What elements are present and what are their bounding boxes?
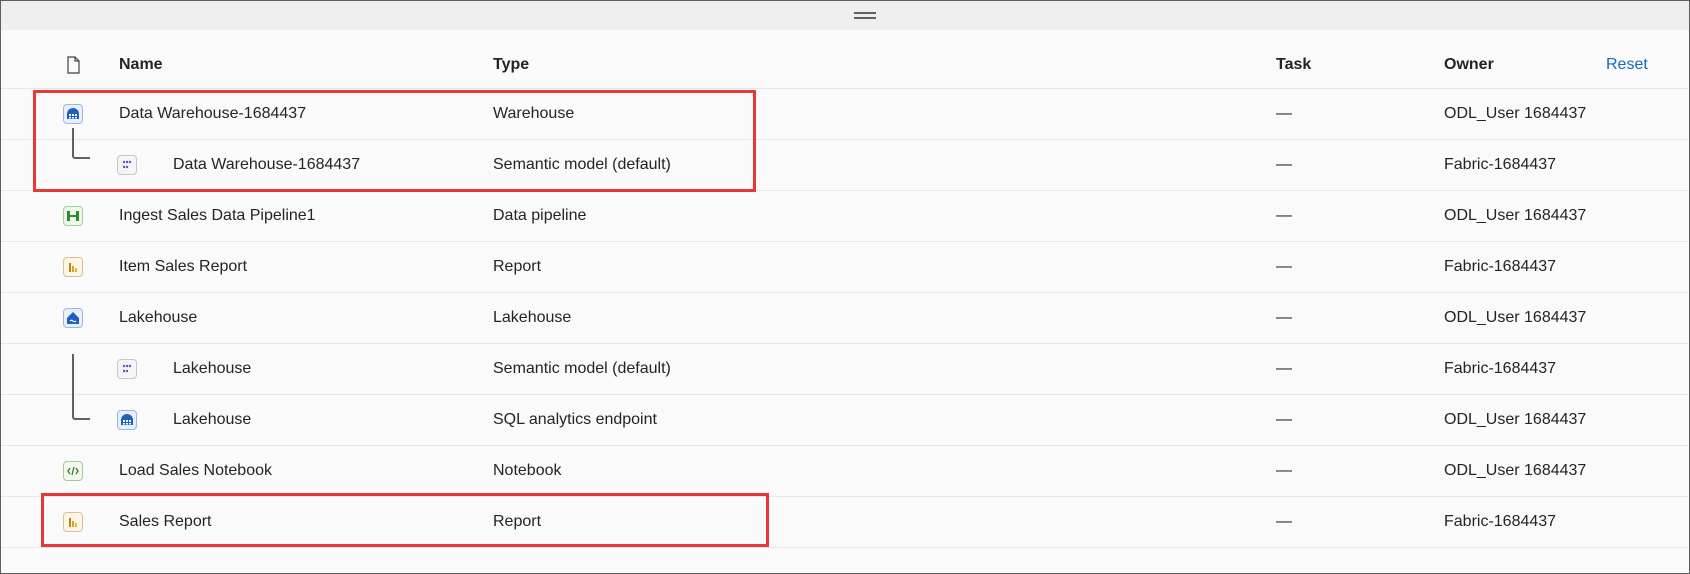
column-header-type[interactable]: Type	[493, 56, 529, 74]
item-name[interactable]: Lakehouse	[173, 360, 251, 378]
item-owner: ODL_User 1684437	[1444, 105, 1587, 122]
item-owner: Fabric-1684437	[1444, 513, 1557, 530]
item-type: Semantic model (default)	[493, 156, 671, 173]
table-row[interactable]: Load Sales Notebook Notebook — ODL_User …	[1, 446, 1689, 497]
table-row[interactable]: Lakehouse Lakehouse — ODL_User 1684437	[1, 293, 1689, 344]
item-name[interactable]: Data Warehouse-1684437	[119, 105, 306, 123]
item-type: Data pipeline	[493, 207, 587, 224]
item-task: —	[1276, 105, 1292, 122]
item-task: —	[1276, 513, 1292, 530]
table-header: Name Type Task Owner Reset	[1, 41, 1689, 89]
report-icon	[63, 257, 83, 277]
item-task: —	[1276, 360, 1292, 377]
table-row[interactable]: Sales Report Report — Fabric-1684437	[1, 497, 1689, 548]
item-type: Report	[493, 258, 542, 275]
item-name[interactable]: Lakehouse	[173, 411, 251, 429]
table-row[interactable]: Ingest Sales Data Pipeline1 Data pipelin…	[1, 191, 1689, 242]
item-task: —	[1276, 309, 1292, 326]
item-task: —	[1276, 156, 1292, 173]
item-name[interactable]: Lakehouse	[119, 309, 197, 327]
item-owner: Fabric-1684437	[1444, 258, 1557, 275]
column-header-owner[interactable]: Owner	[1444, 56, 1494, 74]
item-task: —	[1276, 207, 1292, 224]
item-name[interactable]: Sales Report	[119, 513, 212, 531]
item-name[interactable]: Load Sales Notebook	[119, 462, 272, 480]
lakehouse-icon	[63, 308, 83, 328]
reset-button[interactable]: Reset	[1606, 56, 1648, 74]
semantic-model-icon	[117, 359, 137, 379]
table-row[interactable]: Item Sales Report Report — Fabric-168443…	[1, 242, 1689, 293]
item-owner: Fabric-1684437	[1444, 156, 1557, 173]
file-type-column-icon[interactable]	[63, 55, 83, 75]
item-owner: Fabric-1684437	[1444, 360, 1557, 377]
item-type: Warehouse	[493, 105, 575, 122]
column-header-name[interactable]: Name	[119, 56, 163, 74]
item-type: Semantic model (default)	[493, 360, 671, 377]
table-row[interactable]: Lakehouse Semantic model (default) — Fab…	[1, 344, 1689, 395]
table-row[interactable]: Lakehouse SQL analytics endpoint — ODL_U…	[1, 395, 1689, 446]
item-task: —	[1276, 411, 1292, 428]
item-name[interactable]: Ingest Sales Data Pipeline1	[119, 207, 316, 225]
table-row[interactable]: Data Warehouse-1684437 Semantic model (d…	[1, 128, 1689, 191]
pipeline-icon	[63, 206, 83, 226]
tree-connector	[72, 128, 90, 159]
item-name[interactable]: Data Warehouse-1684437	[173, 156, 360, 174]
lineage-list-panel: Name Type Task Owner Reset Data Warehous…	[0, 0, 1690, 574]
item-type: Lakehouse	[493, 309, 572, 326]
item-owner: ODL_User 1684437	[1444, 411, 1587, 428]
item-type: SQL analytics endpoint	[493, 411, 657, 428]
item-task: —	[1276, 462, 1292, 479]
drag-handle-icon[interactable]	[854, 12, 876, 20]
notebook-icon	[63, 461, 83, 481]
column-header-task[interactable]: Task	[1276, 56, 1311, 74]
item-name[interactable]: Item Sales Report	[119, 258, 247, 276]
item-owner: ODL_User 1684437	[1444, 207, 1587, 224]
warehouse-icon	[63, 104, 83, 124]
sql-endpoint-icon	[117, 410, 137, 430]
report-icon	[63, 512, 83, 532]
item-owner: ODL_User 1684437	[1444, 462, 1587, 479]
table-row[interactable]: Data Warehouse-1684437 Warehouse — ODL_U…	[1, 89, 1689, 140]
item-owner: ODL_User 1684437	[1444, 309, 1587, 326]
item-task: —	[1276, 258, 1292, 275]
semantic-model-icon	[117, 155, 137, 175]
item-type: Report	[493, 513, 542, 530]
panel-top-bar	[1, 1, 1689, 30]
item-type: Notebook	[493, 462, 562, 479]
